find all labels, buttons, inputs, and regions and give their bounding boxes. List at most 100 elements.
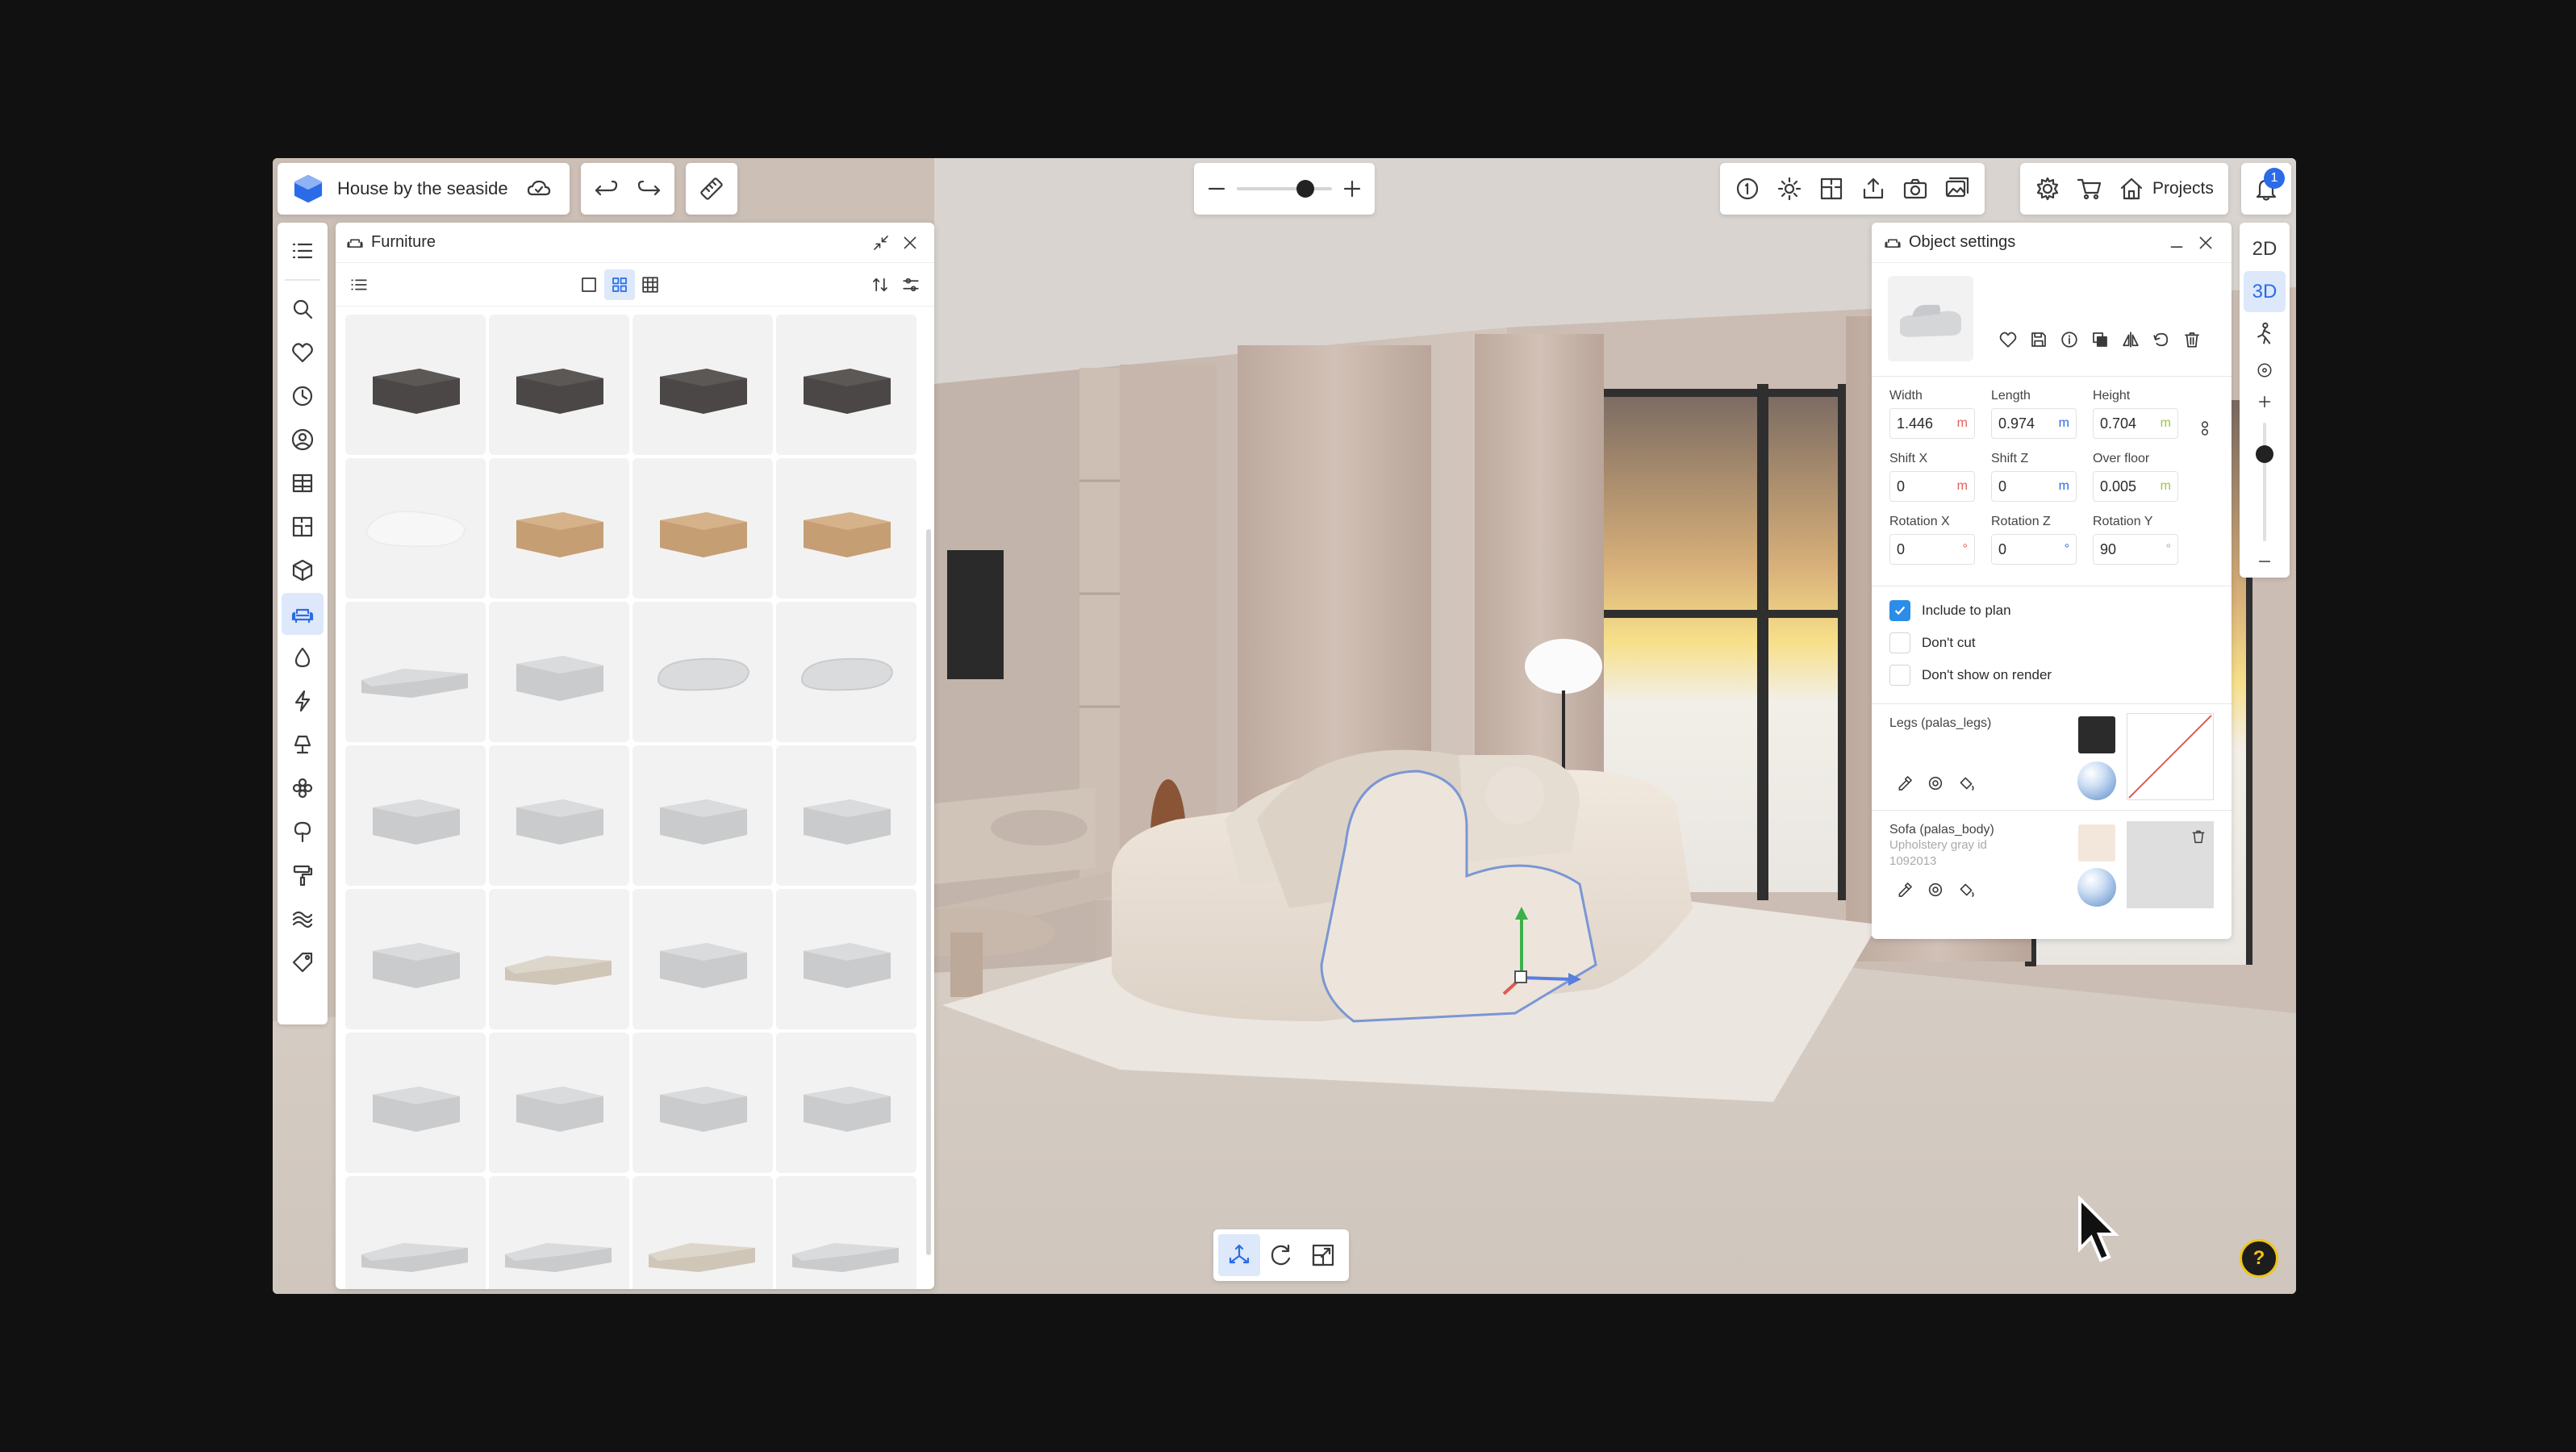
over-floor-input[interactable]: 0.005 m	[2093, 471, 2178, 502]
delete-material-icon[interactable]	[2185, 823, 2212, 850]
include-to-plan-checkbox[interactable]: Include to plan	[1889, 600, 2011, 621]
camera-zoom-out-icon[interactable]	[2248, 546, 2281, 578]
medium-grid-icon[interactable]	[604, 269, 635, 300]
paint-bucket-icon[interactable]	[1951, 874, 1981, 905]
furniture-item-gray-cushion-angled[interactable]	[776, 602, 916, 742]
legs-material-sphere[interactable]	[2077, 761, 2116, 800]
camera-icon[interactable]	[1894, 168, 1936, 210]
walls-icon[interactable]	[282, 462, 324, 504]
furniture-item-gray-cushion[interactable]	[633, 602, 773, 742]
app-logo-icon[interactable]	[287, 168, 329, 210]
dont-cut-checkbox[interactable]: Don't cut	[1889, 632, 1976, 653]
list-menu-icon[interactable]	[282, 230, 324, 272]
info-icon[interactable]	[2054, 324, 2085, 355]
home-icon[interactable]	[2110, 168, 2152, 210]
furniture-item-gray-sectional-set[interactable]	[345, 602, 486, 742]
furniture-item-tan-tufted-sofa[interactable]	[776, 458, 916, 599]
furniture-item-gray-corner-module[interactable]	[776, 745, 916, 886]
lamp-icon[interactable]	[282, 724, 324, 766]
eyedropper-icon[interactable]	[1889, 768, 1920, 799]
notifications-button[interactable]: 1	[2241, 163, 2291, 215]
shift-x-input[interactable]: 0m	[1889, 471, 1975, 502]
material-settings-icon[interactable]	[1920, 874, 1951, 905]
project-title[interactable]: House by the seaside	[337, 178, 508, 199]
furniture-item-gray-lounge-module[interactable]	[345, 889, 486, 1029]
furniture-item-white-curved-sofa[interactable]	[345, 458, 486, 599]
floorplan-icon[interactable]	[1810, 168, 1852, 210]
heart-icon[interactable]	[282, 332, 324, 373]
gear-icon[interactable]	[2027, 168, 2069, 210]
furniture-item-beige-l-sectional[interactable]	[633, 1176, 773, 1289]
furniture-item-gray-chaise[interactable]	[345, 745, 486, 886]
walk-mode-icon[interactable]	[2244, 313, 2286, 354]
furniture-item-gray-flat-module[interactable]	[776, 1033, 916, 1173]
trash-icon[interactable]	[2177, 324, 2207, 355]
reset-icon[interactable]	[2146, 324, 2177, 355]
furniture-item-gray-chaise-low[interactable]	[776, 889, 916, 1029]
furniture-item-dark-block-module[interactable]	[776, 315, 916, 455]
mode-3d-button[interactable]: 3D	[2244, 271, 2286, 313]
zoom-slider-knob[interactable]	[1296, 180, 1314, 198]
tree-icon[interactable]	[282, 811, 324, 853]
legs-texture-preview[interactable]	[2127, 713, 2214, 800]
furniture-item-tan-chaise[interactable]	[633, 458, 773, 599]
furniture-item-gray-large-sectional[interactable]	[345, 1176, 486, 1289]
mode-2d-button[interactable]: 2D	[2244, 228, 2286, 269]
sun-icon[interactable]	[1768, 168, 1810, 210]
checkbox-icon[interactable]	[1889, 632, 1910, 653]
user-icon[interactable]	[282, 419, 324, 461]
cube-icon[interactable]	[282, 549, 324, 591]
paint-roller-icon[interactable]	[282, 854, 324, 896]
checkbox-checked-icon[interactable]	[1889, 600, 1910, 621]
furniture-item-gray-double-module[interactable]	[489, 1033, 629, 1173]
width-input[interactable]: 1.446 m	[1889, 408, 1975, 439]
rotation-x-input[interactable]: 0 °	[1889, 534, 1975, 565]
height-input[interactable]: 0.704 m	[2093, 408, 2178, 439]
filter-icon[interactable]	[896, 269, 926, 300]
material-settings-icon[interactable]	[1920, 768, 1951, 799]
shift-z-input[interactable]: 0m	[1991, 471, 2077, 502]
furniture-item-gray-chaise-module[interactable]	[633, 889, 773, 1029]
lightning-icon[interactable]	[282, 680, 324, 722]
zoom-in-icon[interactable]	[1338, 168, 1367, 210]
furniture-item-gray-armless-chair[interactable]	[633, 745, 773, 886]
search-icon[interactable]	[282, 288, 324, 330]
furniture-item-gray-u-sectional[interactable]	[489, 1176, 629, 1289]
list-view-icon[interactable]	[344, 269, 374, 300]
checkbox-icon[interactable]	[1889, 665, 1910, 686]
body-material-sphere[interactable]	[2077, 868, 2116, 907]
furniture-item-dark-tufted-sofa-2[interactable]	[633, 315, 773, 455]
zoom-out-icon[interactable]	[1202, 168, 1231, 210]
zoom-slider[interactable]	[1237, 180, 1332, 198]
furniture-item-dark-tufted-sofa[interactable]	[489, 315, 629, 455]
close-icon[interactable]	[896, 228, 925, 257]
furniture-scrollbar[interactable]	[926, 529, 931, 1255]
mirror-icon[interactable]	[2115, 324, 2146, 355]
tag-icon[interactable]	[282, 941, 324, 983]
sofa-icon[interactable]	[282, 593, 324, 635]
cloud-sync-icon[interactable]	[518, 168, 560, 210]
ruler-icon[interactable]	[691, 168, 733, 210]
save-icon[interactable]	[2023, 324, 2054, 355]
export-icon[interactable]	[1852, 168, 1894, 210]
large-grid-icon[interactable]	[574, 269, 604, 300]
legs-color-swatch[interactable]	[2078, 716, 2115, 753]
furniture-item-gray-pouf[interactable]	[489, 745, 629, 886]
flower-icon[interactable]	[282, 767, 324, 809]
duplicate-icon[interactable]	[2085, 324, 2115, 355]
scale-icon[interactable]	[1302, 1234, 1344, 1276]
furniture-item-gray-ottoman[interactable]	[489, 602, 629, 742]
dont-show-on-render-checkbox[interactable]: Don't show on render	[1889, 665, 2052, 686]
history-clock-icon[interactable]	[282, 375, 324, 417]
drop-icon[interactable]	[282, 636, 324, 678]
furniture-item-beige-sectional[interactable]	[489, 889, 629, 1029]
camera-zoom-in-icon[interactable]	[2248, 386, 2281, 417]
small-grid-icon[interactable]	[635, 269, 666, 300]
sort-icon[interactable]	[865, 269, 896, 300]
texture-icon[interactable]	[282, 898, 324, 940]
cart-icon[interactable]	[2069, 168, 2110, 210]
projects-button[interactable]: Projects	[2152, 179, 2214, 198]
eyedropper-icon[interactable]	[1889, 874, 1920, 905]
info-level-icon[interactable]	[1726, 168, 1768, 210]
furniture-item-gray-corner-block[interactable]	[633, 1033, 773, 1173]
